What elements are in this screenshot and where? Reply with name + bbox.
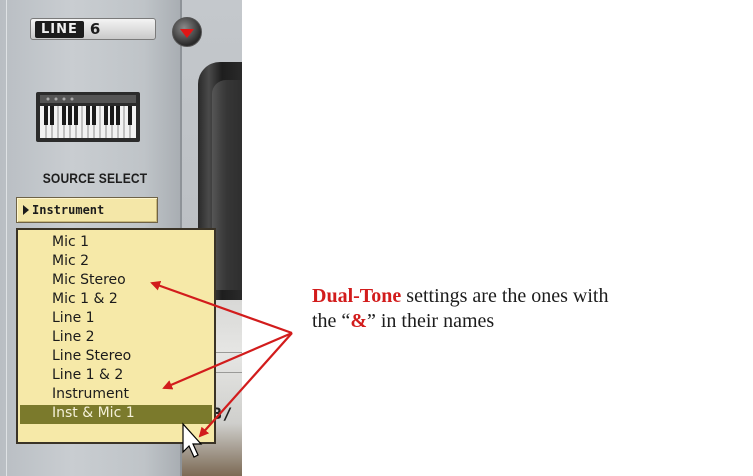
source-options-list: Mic 1 Mic 2 Mic Stereo Mic 1 & 2 Line 1 … xyxy=(16,228,216,444)
option-line-2[interactable]: Line 2 xyxy=(18,329,214,348)
source-select-value: Instrument xyxy=(32,203,105,217)
option-inst-and-mic-1[interactable]: Inst & Mic 1 xyxy=(20,405,212,424)
option-line-1[interactable]: Line 1 xyxy=(18,310,214,329)
main-menu-button[interactable] xyxy=(172,17,202,47)
annotation-line2-suffix: ” in their names xyxy=(366,310,495,332)
amp-image-inner xyxy=(212,80,242,290)
option-mic-2[interactable]: Mic 2 xyxy=(18,253,214,272)
option-mic-stereo[interactable]: Mic Stereo xyxy=(18,272,214,291)
source-select-label: SOURCE SELECT xyxy=(42,170,148,186)
source-select-dropdown[interactable]: Instrument xyxy=(16,197,158,223)
logo-number: 6 xyxy=(89,20,101,38)
option-mic-1[interactable]: Mic 1 xyxy=(18,234,214,253)
option-instrument[interactable]: Instrument xyxy=(18,386,214,405)
option-mic-1-and-2[interactable]: Mic 1 & 2 xyxy=(18,291,214,310)
dual-tone-annotation: Dual-Tone settings are the ones with the… xyxy=(312,284,752,334)
annotation-line-2: the “&” in their names xyxy=(312,309,752,334)
triangle-right-icon xyxy=(23,205,29,215)
annotation-bold-term: Dual-Tone xyxy=(312,285,402,307)
chevron-down-icon xyxy=(180,29,194,38)
annotation-line2-prefix: the “ xyxy=(312,310,351,332)
annotation-line-1: Dual-Tone settings are the ones with xyxy=(312,284,752,309)
pod-farm-panel: B/ LINE 6 SOURCE SELECT Instrument Mic 1… xyxy=(0,0,242,476)
annotation-symbol: & xyxy=(350,310,367,332)
option-line-1-and-2[interactable]: Line 1 & 2 xyxy=(18,367,214,386)
option-line-stereo[interactable]: Line Stereo xyxy=(18,348,214,367)
keyboard-icon xyxy=(36,92,140,142)
line6-logo: LINE 6 xyxy=(30,18,156,40)
logo-word: LINE xyxy=(35,20,84,38)
annotation-line1-rest: settings are the ones with xyxy=(401,285,609,307)
